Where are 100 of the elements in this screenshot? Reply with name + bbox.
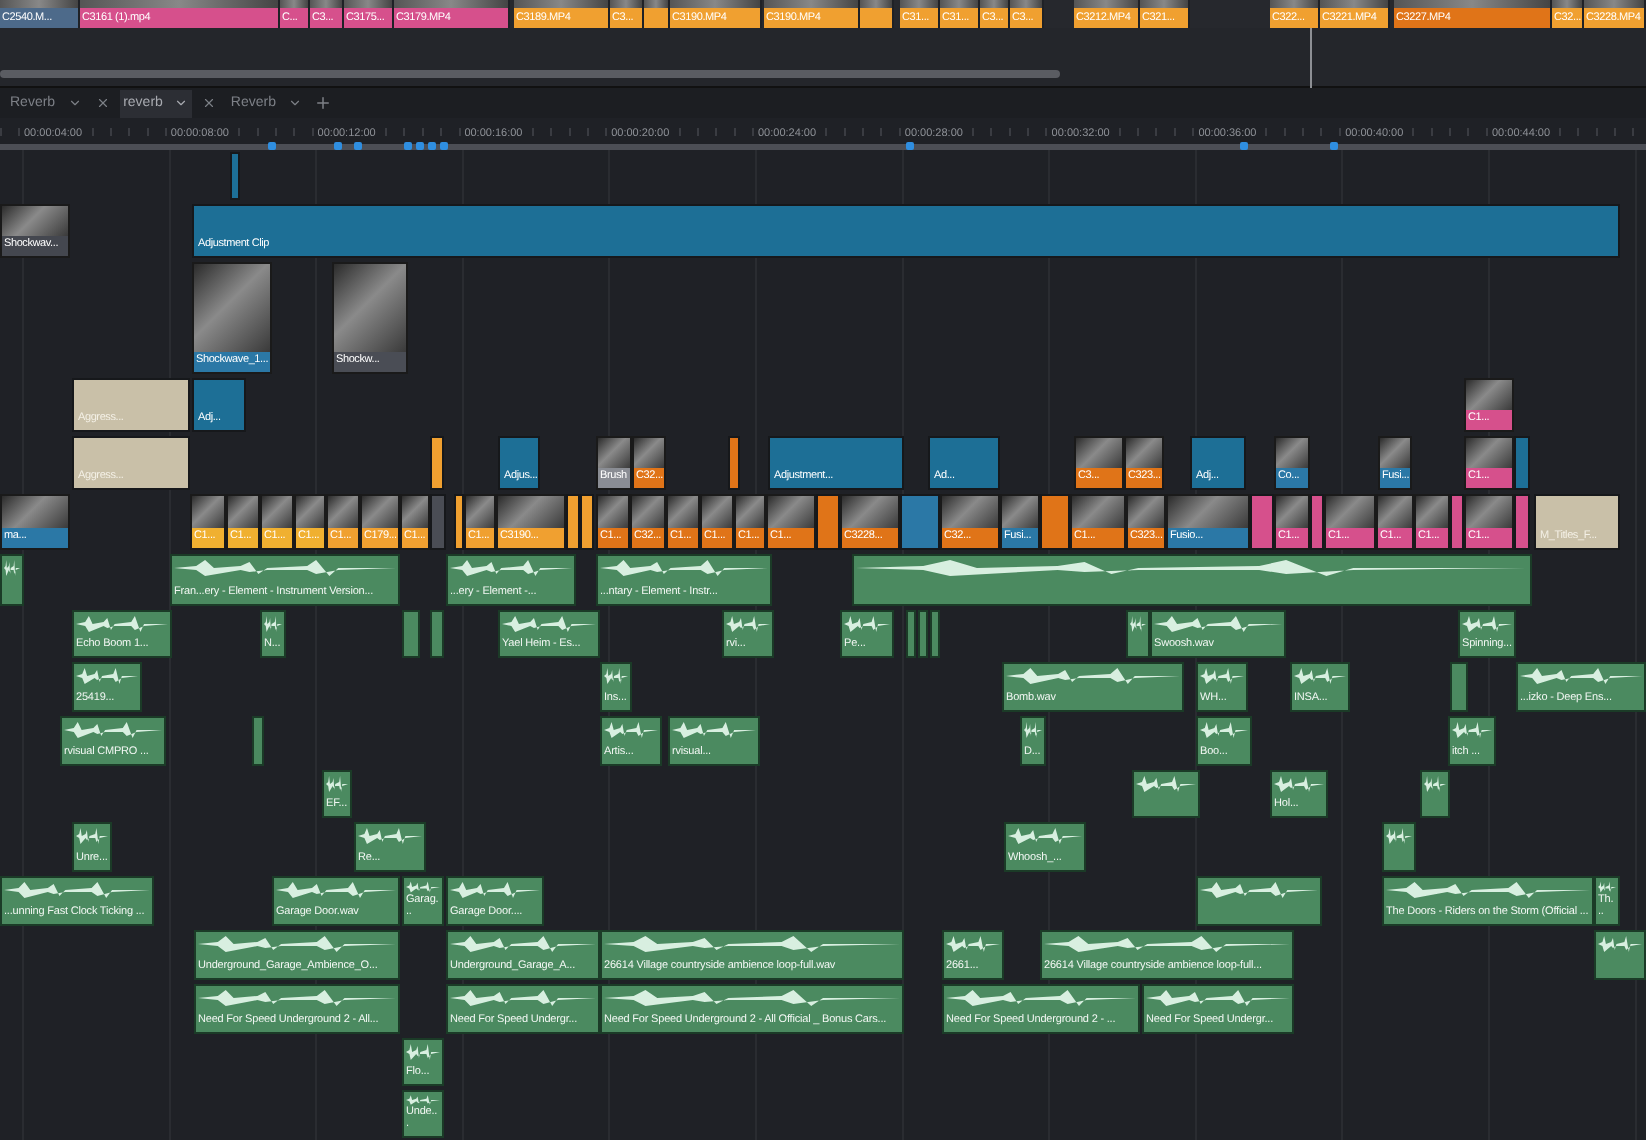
thumbnail bbox=[632, 495, 664, 528]
waveform bbox=[76, 613, 168, 634]
close-icon[interactable] bbox=[200, 94, 219, 113]
thumbnail bbox=[2, 495, 68, 528]
adjustment-clip[interactable] bbox=[430, 493, 446, 550]
waveform bbox=[406, 1093, 440, 1106]
audio-clip[interactable] bbox=[0, 553, 24, 606]
thumbnail bbox=[262, 495, 292, 528]
audio-clip[interactable] bbox=[1132, 769, 1200, 818]
thumbnail bbox=[228, 495, 258, 528]
scrollbar-thumb[interactable] bbox=[0, 69, 1060, 78]
adjustment-clip[interactable] bbox=[900, 493, 940, 550]
thumbnail bbox=[1416, 495, 1448, 528]
thumbnail bbox=[402, 495, 428, 528]
marker-icon[interactable] bbox=[428, 141, 436, 150]
thumbnail bbox=[634, 437, 664, 468]
waveform bbox=[450, 879, 540, 900]
thumbnail bbox=[702, 495, 732, 528]
thumbnail bbox=[1168, 495, 1248, 528]
marker-icon[interactable] bbox=[404, 141, 412, 150]
marker-icon[interactable] bbox=[1330, 141, 1338, 150]
waveform bbox=[1294, 665, 1346, 686]
adjustment-clip[interactable] bbox=[816, 493, 840, 550]
thumbnail bbox=[1276, 495, 1308, 528]
waveform bbox=[406, 1041, 440, 1062]
adjustment-clip[interactable] bbox=[1450, 493, 1464, 550]
audio-clip[interactable] bbox=[1196, 875, 1322, 926]
thumbnail bbox=[1326, 495, 1374, 528]
audio-clip[interactable] bbox=[1450, 661, 1468, 712]
adjustment-clip[interactable] bbox=[566, 493, 580, 550]
waveform bbox=[946, 933, 1000, 954]
adjustment-clip[interactable] bbox=[230, 151, 240, 200]
close-icon[interactable] bbox=[93, 94, 112, 113]
audio-clip[interactable] bbox=[852, 553, 1532, 606]
thumbnail bbox=[296, 495, 324, 528]
adjustment-clip[interactable] bbox=[728, 435, 740, 490]
waveform bbox=[76, 825, 108, 846]
thumbnail bbox=[498, 495, 564, 528]
thumbnail bbox=[362, 495, 398, 528]
thumbnail bbox=[466, 495, 494, 528]
adjustment-clip[interactable] bbox=[1514, 435, 1530, 490]
waveform bbox=[604, 719, 658, 740]
waveform bbox=[1424, 773, 1446, 794]
audio-clip[interactable] bbox=[402, 609, 420, 658]
waveform bbox=[1598, 933, 1642, 954]
audio-clip[interactable] bbox=[1420, 769, 1450, 818]
waveform bbox=[1598, 879, 1616, 894]
waveform bbox=[1462, 613, 1512, 634]
audio-clip[interactable] bbox=[1126, 609, 1150, 658]
audio-clip[interactable] bbox=[430, 609, 444, 658]
adjustment-clip[interactable] bbox=[1514, 493, 1530, 550]
thumbnail bbox=[942, 495, 998, 528]
thumbnail bbox=[1072, 495, 1124, 528]
adjustment-clip[interactable] bbox=[1250, 493, 1274, 550]
waveform bbox=[64, 719, 162, 740]
waveform bbox=[326, 773, 348, 794]
waveform bbox=[358, 825, 422, 846]
waveform bbox=[1024, 719, 1042, 740]
thumbnail bbox=[1126, 437, 1162, 468]
thumbnail bbox=[598, 437, 630, 468]
adjustment-clip[interactable] bbox=[454, 493, 464, 550]
marker-icon[interactable] bbox=[268, 141, 276, 150]
audio-clip[interactable] bbox=[252, 715, 264, 766]
waveform bbox=[1200, 665, 1244, 686]
thumbnail bbox=[334, 263, 406, 352]
waveform bbox=[406, 879, 440, 894]
waveform bbox=[1200, 719, 1248, 740]
video-clip[interactable] bbox=[860, 0, 894, 28]
audio-clip[interactable] bbox=[1382, 821, 1416, 872]
waveform bbox=[1136, 773, 1196, 794]
thumbnail bbox=[1466, 495, 1512, 528]
thumbnail bbox=[768, 495, 814, 528]
marker-icon[interactable] bbox=[334, 141, 342, 150]
waveform bbox=[1386, 825, 1412, 846]
marker-icon[interactable] bbox=[1240, 141, 1248, 150]
marker-icon[interactable] bbox=[416, 141, 424, 150]
waveform bbox=[4, 557, 20, 578]
adjustment-clip[interactable] bbox=[580, 493, 594, 550]
marker-icon[interactable] bbox=[354, 141, 362, 150]
thumbnail bbox=[1466, 437, 1512, 468]
thumbnail bbox=[1128, 495, 1164, 528]
thumbnail bbox=[2, 205, 68, 236]
chevron-down-icon bbox=[288, 96, 302, 111]
marker-icon[interactable] bbox=[906, 141, 914, 150]
waveform bbox=[1008, 825, 1082, 846]
audio-clip[interactable] bbox=[918, 609, 928, 658]
audio-clip[interactable] bbox=[906, 609, 916, 658]
thumbnail bbox=[668, 495, 698, 528]
thumbnail bbox=[1002, 495, 1038, 528]
adjustment-clip[interactable] bbox=[430, 435, 444, 490]
audio-clip[interactable] bbox=[1594, 929, 1646, 980]
waveform bbox=[726, 613, 770, 634]
waveform bbox=[76, 665, 138, 686]
adjustment-clip[interactable] bbox=[1310, 493, 1324, 550]
add-icon[interactable] bbox=[314, 94, 332, 113]
waveform bbox=[1452, 719, 1492, 740]
audio-clip[interactable] bbox=[930, 609, 940, 658]
thumbnail bbox=[1380, 437, 1410, 468]
adjustment-clip[interactable] bbox=[1040, 493, 1070, 550]
marker-icon[interactable] bbox=[440, 141, 448, 150]
